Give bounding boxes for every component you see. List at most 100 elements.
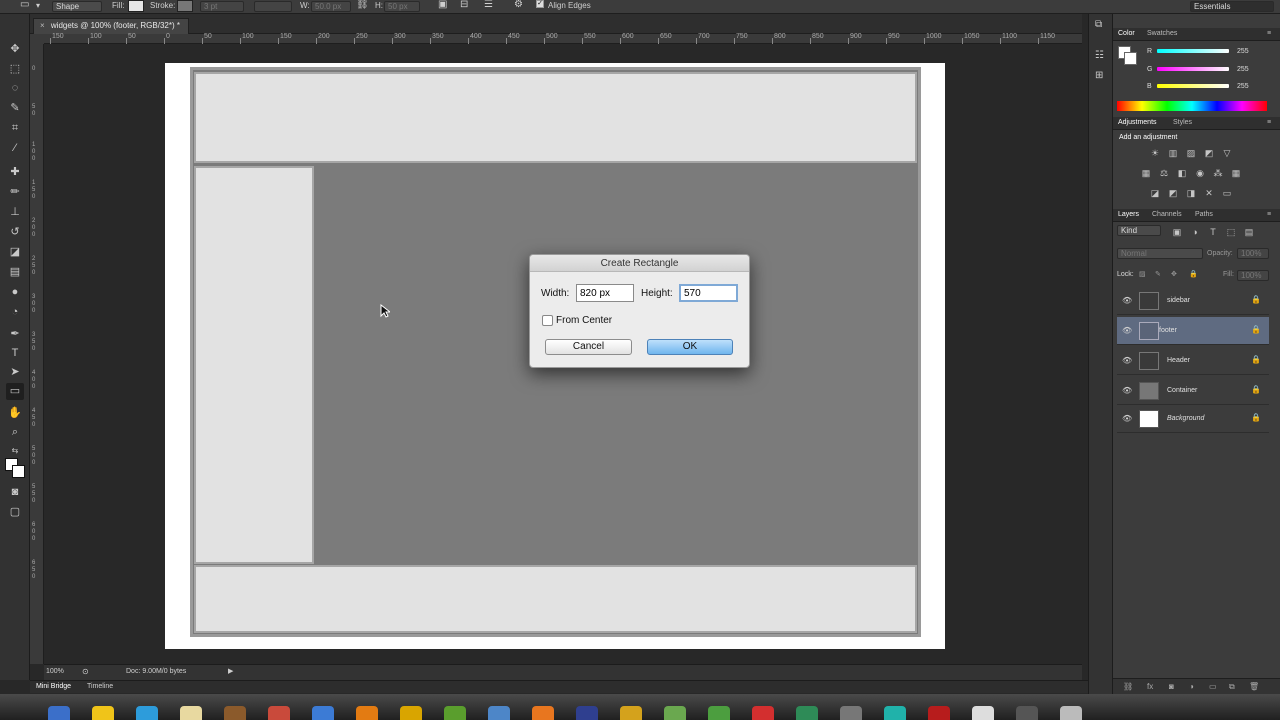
- move-tool-icon[interactable]: ✥: [6, 41, 24, 58]
- mode-dropdown[interactable]: Shape: [52, 1, 102, 12]
- footer-shape[interactable]: [194, 565, 917, 633]
- dock-app-icon[interactable]: [312, 706, 334, 720]
- eye-icon[interactable]: 👁: [1122, 326, 1132, 335]
- tab-close-icon[interactable]: ×: [40, 21, 45, 30]
- stroke-type-dropdown[interactable]: [254, 1, 292, 12]
- filter-pixel-icon[interactable]: ▣: [1171, 227, 1183, 237]
- dock-app-icon[interactable]: [48, 706, 70, 720]
- new-group-icon[interactable]: ▭: [1209, 682, 1217, 691]
- filter-type-icon[interactable]: T: [1207, 227, 1219, 237]
- dock-app-icon[interactable]: [532, 706, 554, 720]
- tool-preset-chevron-icon[interactable]: ▾: [36, 1, 40, 10]
- dock-app-icon[interactable]: [752, 706, 774, 720]
- lock-pixels-icon[interactable]: ✎: [1155, 270, 1161, 278]
- filter-shape-icon[interactable]: ⬚: [1225, 227, 1237, 237]
- layer-row-background[interactable]: 👁 Background 🔒: [1117, 405, 1269, 433]
- dock-app-icon[interactable]: [224, 706, 246, 720]
- gear-icon[interactable]: ⚙: [514, 0, 523, 10]
- dock-app-icon[interactable]: [664, 706, 686, 720]
- zoom-level[interactable]: 100%: [46, 668, 64, 675]
- color-spectrum-bar[interactable]: [1117, 101, 1267, 111]
- path-operations-icon[interactable]: ▣: [438, 0, 447, 10]
- invert-icon[interactable]: ◪: [1149, 188, 1161, 198]
- color-panel-background[interactable]: [1124, 52, 1137, 65]
- link-icon[interactable]: ⛓: [356, 0, 369, 10]
- exposure-icon[interactable]: ◩: [1203, 148, 1215, 158]
- tab-styles[interactable]: Styles: [1173, 119, 1192, 126]
- threshold-icon[interactable]: ◨: [1185, 188, 1197, 198]
- tab-timeline[interactable]: Timeline: [87, 683, 113, 690]
- info-panel-icon[interactable]: ⊞: [1095, 70, 1103, 81]
- path-selection-tool-icon[interactable]: ➤: [6, 364, 24, 381]
- new-adjustment-icon[interactable]: ◑: [1189, 682, 1194, 691]
- gradient-tool-icon[interactable]: ▤: [6, 264, 24, 281]
- quick-select-tool-icon[interactable]: ✎: [6, 100, 24, 117]
- dock-app-icon[interactable]: [576, 706, 598, 720]
- workspace-dropdown[interactable]: Essentials: [1190, 1, 1274, 12]
- eye-icon[interactable]: 👁: [1122, 414, 1132, 423]
- header-shape[interactable]: [194, 72, 917, 163]
- layer-row-footer[interactable]: 👁 footer 🔒: [1117, 317, 1269, 345]
- blend-mode-dropdown[interactable]: Normal: [1117, 248, 1203, 259]
- channel-b-value[interactable]: 255: [1237, 83, 1249, 90]
- layer-filter-dropdown[interactable]: Kind: [1117, 225, 1161, 236]
- dock-app-icon[interactable]: [1016, 706, 1038, 720]
- tab-mini-bridge[interactable]: Mini Bridge: [36, 683, 71, 690]
- dock-app-icon[interactable]: [972, 706, 994, 720]
- stroke-swatch[interactable]: [177, 0, 193, 12]
- eyedropper-tool-icon[interactable]: ⁄: [6, 140, 24, 157]
- pen-tool-icon[interactable]: ✒: [6, 326, 24, 343]
- tab-paths[interactable]: Paths: [1195, 211, 1213, 218]
- background-color-swatch[interactable]: [12, 465, 25, 478]
- channel-g-value[interactable]: 255: [1237, 66, 1249, 73]
- layer-row-sidebar[interactable]: 👁 sidebar 🔒: [1117, 287, 1269, 315]
- eye-icon[interactable]: 👁: [1122, 356, 1132, 365]
- opacity-field[interactable]: 100%: [1237, 248, 1269, 259]
- panel-menu-icon[interactable]: ≡: [1267, 30, 1271, 37]
- dock-app-icon[interactable]: [356, 706, 378, 720]
- posterize-icon[interactable]: ◩: [1167, 188, 1179, 198]
- layer-style-icon[interactable]: fx: [1147, 682, 1153, 691]
- color-lookup-icon[interactable]: ▦: [1230, 168, 1242, 178]
- dock-app-icon[interactable]: [136, 706, 158, 720]
- dock-app-icon[interactable]: [928, 706, 950, 720]
- dock-app-icon[interactable]: [840, 706, 862, 720]
- dock-app-icon[interactable]: [444, 706, 466, 720]
- brightness-icon[interactable]: ☀: [1149, 148, 1161, 158]
- dock-app-icon[interactable]: [400, 706, 422, 720]
- marquee-tool-icon[interactable]: ⬚: [6, 61, 24, 78]
- channel-r-slider[interactable]: [1157, 49, 1229, 53]
- panel-menu-icon[interactable]: ≡: [1267, 211, 1271, 218]
- dock-app-icon[interactable]: [796, 706, 818, 720]
- hand-tool-icon[interactable]: ✋: [6, 405, 24, 422]
- w-field[interactable]: 50.0 px: [311, 1, 351, 12]
- lock-transparent-icon[interactable]: ▨: [1139, 270, 1146, 278]
- eye-icon[interactable]: 👁: [1122, 386, 1132, 395]
- layer-mask-icon[interactable]: ◙: [1169, 682, 1174, 691]
- dock-app-icon[interactable]: [92, 706, 114, 720]
- status-menu-arrow-icon[interactable]: ▶: [228, 667, 233, 675]
- rectangle-tool-icon[interactable]: ▭: [20, 0, 29, 10]
- trash-icon[interactable]: 🗑: [1249, 682, 1259, 691]
- cancel-button[interactable]: Cancel: [545, 339, 632, 355]
- swap-colors-icon[interactable]: ⇆: [6, 442, 24, 459]
- history-panel-icon[interactable]: ⧉: [1095, 19, 1102, 30]
- color-balance-icon[interactable]: ⚖: [1158, 168, 1170, 178]
- ok-button[interactable]: OK: [647, 339, 733, 355]
- channel-r-value[interactable]: 255: [1237, 48, 1249, 55]
- crop-tool-icon[interactable]: ⌗: [6, 120, 24, 137]
- screen-mode-icon[interactable]: ▢: [6, 504, 24, 521]
- tab-layers[interactable]: Layers: [1118, 211, 1139, 218]
- tab-adjustments[interactable]: Adjustments: [1118, 119, 1157, 126]
- dock-app-icon[interactable]: [180, 706, 202, 720]
- filter-smart-object-icon[interactable]: ▤: [1243, 227, 1255, 237]
- levels-icon[interactable]: ▥: [1167, 148, 1179, 158]
- dock-app-icon[interactable]: [884, 706, 906, 720]
- lock-position-icon[interactable]: ✥: [1171, 270, 1177, 278]
- rectangle-tool-icon[interactable]: ▭: [6, 383, 24, 400]
- dodge-tool-icon[interactable]: ◔: [6, 304, 24, 321]
- dock-app-icon[interactable]: [488, 706, 510, 720]
- properties-panel-icon[interactable]: ☷: [1095, 50, 1104, 61]
- link-layers-icon[interactable]: ⛓: [1123, 682, 1133, 691]
- brush-tool-icon[interactable]: ✏: [6, 184, 24, 201]
